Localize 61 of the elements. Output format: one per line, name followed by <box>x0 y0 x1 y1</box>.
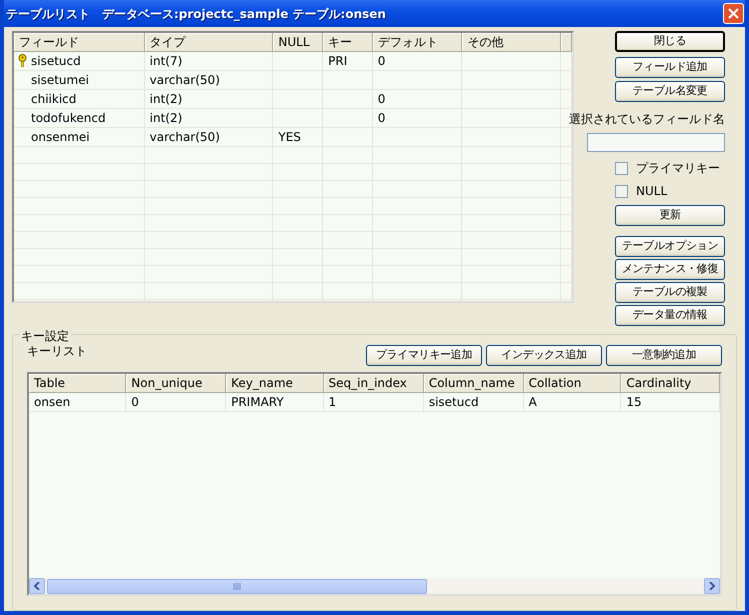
table-cell: int(7) <box>150 54 182 68</box>
table-cell: PRIMARY <box>231 395 284 409</box>
checkbox-label: プライマリキー <box>636 160 720 177</box>
table-cell: int(2) <box>150 92 182 106</box>
scroll-right-icon[interactable] <box>704 578 720 594</box>
table-cell: sisetumei <box>31 73 89 87</box>
column-header[interactable]: Key_name <box>226 374 324 392</box>
table-cell: 0 <box>131 395 139 409</box>
close-button[interactable] <box>723 3 744 24</box>
side-button[interactable]: テーブルの複製 <box>615 282 725 303</box>
table-cell: 15 <box>626 395 642 409</box>
column-header[interactable]: Table <box>29 374 126 392</box>
table-cell: PRI <box>328 54 348 68</box>
column-header[interactable]: その他 <box>462 33 560 52</box>
column-header[interactable]: キー <box>322 33 372 52</box>
side-button[interactable]: 閉じる <box>615 31 725 52</box>
field-name-label: 選択されているフィールド名 <box>569 111 725 128</box>
column-header[interactable]: Cardinality <box>620 374 720 392</box>
table-cell: A <box>528 395 537 409</box>
column-header[interactable]: Column_name <box>423 374 524 392</box>
column-header[interactable]: デフォルト <box>372 33 462 52</box>
column-header[interactable]: Seq_in_index <box>323 374 424 392</box>
column-header[interactable]: Non_unique <box>126 374 226 392</box>
table-cell: YES <box>278 130 301 144</box>
table-cell: 0 <box>378 111 386 125</box>
column-header[interactable]: NULL <box>272 33 323 52</box>
side-button[interactable]: フィールド追加 <box>615 57 725 78</box>
table-cell: sisetucd <box>428 395 479 409</box>
checkbox[interactable] <box>615 162 628 174</box>
table-cell: 1 <box>328 395 336 409</box>
column-header[interactable]: タイプ <box>144 33 273 52</box>
table-cell: 0 <box>378 92 386 106</box>
key-button[interactable]: インデックス追加 <box>486 345 602 366</box>
table-cell: sisetucd <box>31 54 81 68</box>
table-cell: onsenmei <box>31 130 90 144</box>
side-button[interactable]: テーブルオプション <box>615 236 725 257</box>
column-header[interactable]: フィールド <box>14 33 144 52</box>
table-cell: onsen <box>34 395 70 409</box>
table-cell: varchar(50) <box>150 73 220 87</box>
update-button[interactable]: 更新 <box>615 205 725 226</box>
side-button[interactable]: テーブル名変更 <box>615 81 725 102</box>
checkbox-label: NULL <box>636 183 668 200</box>
key-button[interactable]: 一意制約追加 <box>606 345 722 366</box>
scroll-left-icon[interactable] <box>29 578 45 594</box>
key-button[interactable]: プライマリキー追加 <box>366 345 482 366</box>
checkbox[interactable] <box>615 184 628 198</box>
table-cell: todofukencd <box>31 111 106 125</box>
key-list-label: キーリスト <box>27 343 87 360</box>
scrollbar-thumb[interactable] <box>47 578 427 594</box>
field-name-input[interactable] <box>587 133 725 152</box>
window-title: テーブルリスト データベース:projectc_sample テーブル:onsen <box>6 6 386 22</box>
horizontal-scrollbar[interactable] <box>29 578 720 594</box>
column-header[interactable]: Collation <box>523 374 621 392</box>
close-icon <box>728 8 739 19</box>
table-cell: chiikicd <box>31 92 76 106</box>
table-cell: 0 <box>378 54 386 68</box>
group-title: キー設定 <box>19 327 71 345</box>
side-button[interactable]: メンテナンス・修復 <box>615 259 725 280</box>
table-cell: int(2) <box>150 111 182 125</box>
side-button[interactable]: データ量の情報 <box>615 305 725 326</box>
table-cell: varchar(50) <box>150 130 220 144</box>
